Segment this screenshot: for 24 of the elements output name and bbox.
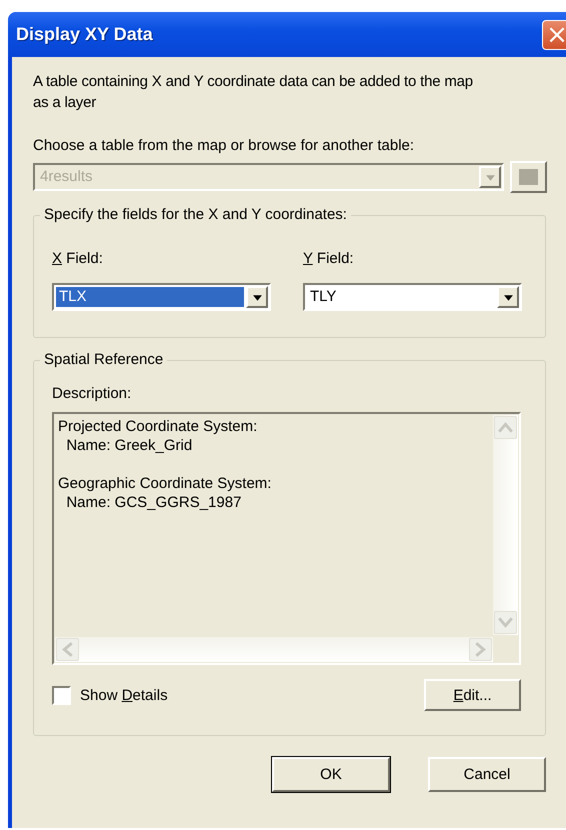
description-line: Name: Greek_Grid <box>65 436 192 455</box>
vertical-scrollbar[interactable] <box>493 415 518 635</box>
field-label: Y Field: <box>303 250 355 267</box>
description-line: Projected Coordinate System: <box>58 417 258 436</box>
ok-button[interactable]: OK <box>272 757 390 792</box>
description-line: Geographic Coordinate System: <box>58 474 272 493</box>
description-box[interactable]: Projected Coordinate System: Name: Greek_Grid Geographic Coordinate System: Name: GCS_GGRS_1987 <box>52 412 521 665</box>
description-line: Name: GCS_GGRS_1987 <box>65 493 242 512</box>
checkbox[interactable] <box>52 686 71 704</box>
choose-label: Choose a table from the map or browse for another table: <box>33 137 416 154</box>
description-text: A table containing X and Y coordinate data can be added to the map as a layer <box>33 72 474 113</box>
horizontal-scrollbar[interactable] <box>55 637 493 662</box>
dropdown-button[interactable] <box>497 286 519 308</box>
field-dropdown[interactable]: TLX <box>52 283 271 311</box>
dropdown-button[interactable] <box>246 286 268 308</box>
group-title: Spatial Reference <box>40 351 168 368</box>
field-label: X Field: <box>52 250 104 267</box>
window-title: Display XY Data <box>16 24 153 45</box>
edit-button[interactable]: Edit... <box>424 679 521 711</box>
field-dropdown[interactable]: TLY <box>303 283 522 311</box>
description-label: Description: <box>52 385 132 402</box>
checkbox-label: Show Details <box>80 686 168 704</box>
cancel-button[interactable]: Cancel <box>428 757 546 792</box>
group-title: Specify the fields for the X and Y coordinates: <box>40 206 351 223</box>
